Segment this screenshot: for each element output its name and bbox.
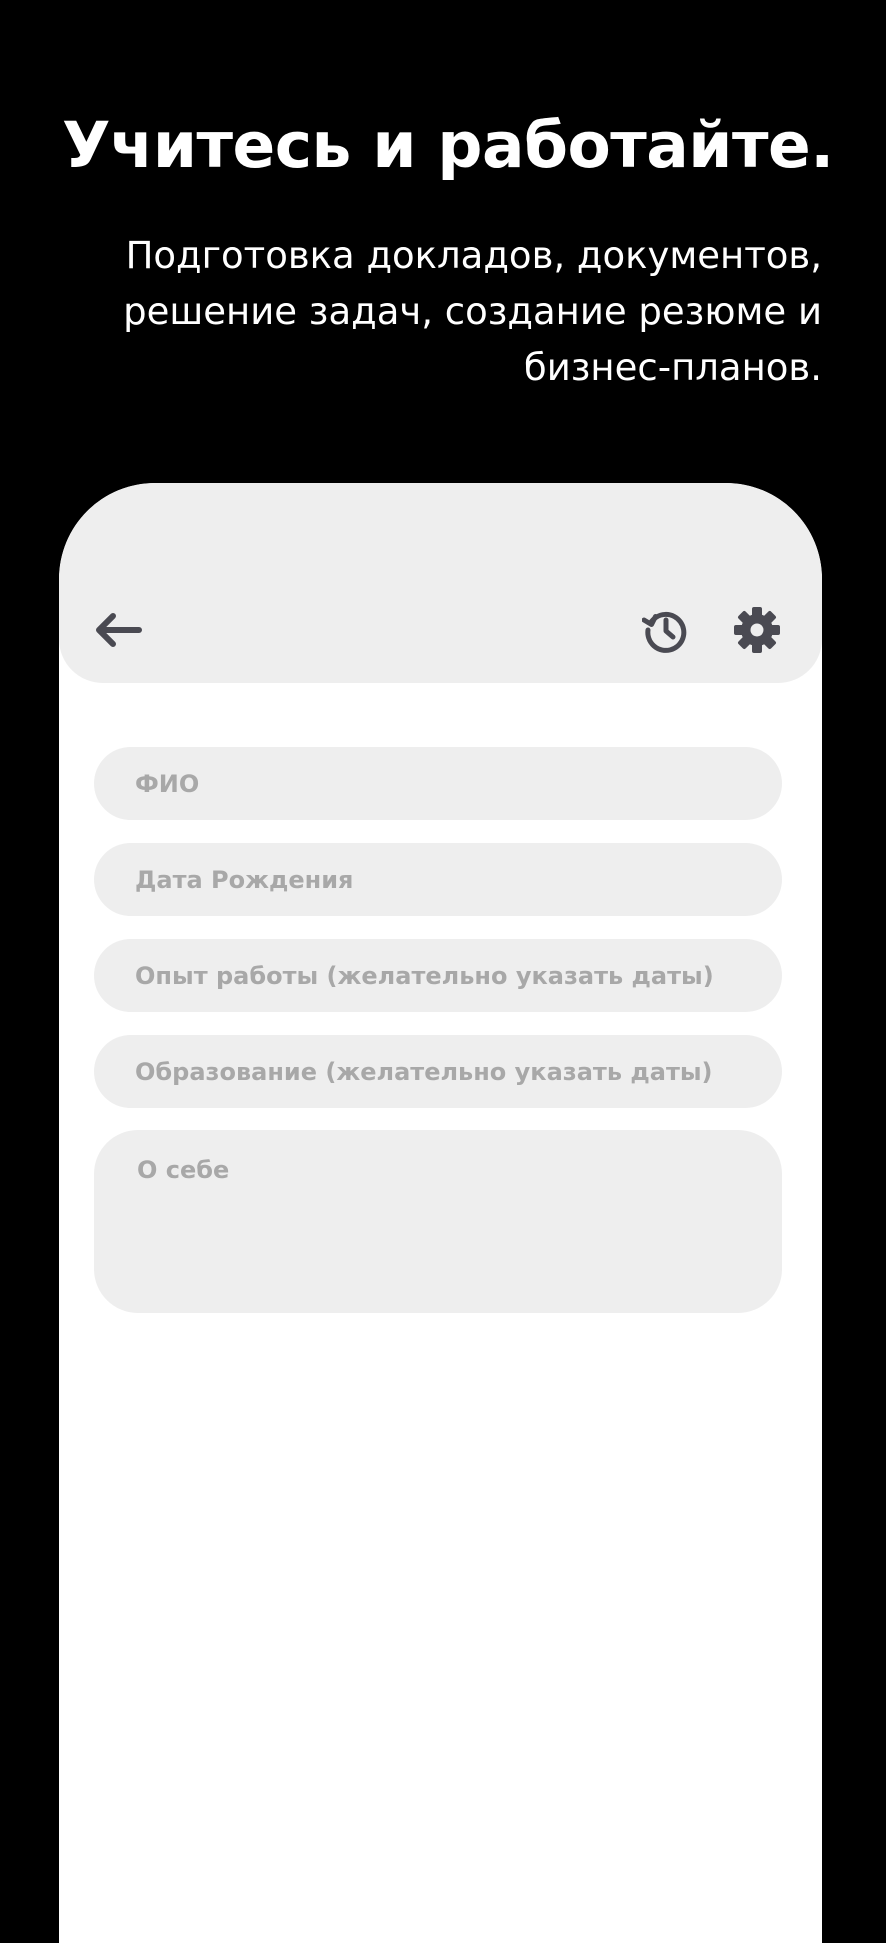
gear-icon xyxy=(734,607,780,653)
arrow-left-icon xyxy=(96,613,142,647)
work-experience-placeholder: Опыт работы (желательно указать даты) xyxy=(135,961,714,990)
promo-headline: Учитесь и работайте. xyxy=(62,109,834,182)
work-experience-field[interactable]: Опыт работы (желательно указать даты) xyxy=(94,939,782,1012)
birth-date-placeholder: Дата Рождения xyxy=(135,865,354,894)
education-field[interactable]: Образование (желательно указать даты) xyxy=(94,1035,782,1108)
full-name-placeholder: ФИО xyxy=(135,769,200,798)
birth-date-field[interactable]: Дата Рождения xyxy=(94,843,782,916)
app-bar xyxy=(59,483,822,683)
full-name-field[interactable]: ФИО xyxy=(94,747,782,820)
education-placeholder: Образование (желательно указать даты) xyxy=(135,1057,713,1086)
about-me-textarea[interactable]: О себе xyxy=(94,1130,782,1313)
phone-screen: ФИО Дата Рождения Опыт работы (желательн… xyxy=(59,483,822,1943)
history-button[interactable] xyxy=(636,600,696,660)
about-me-placeholder: О себе xyxy=(137,1156,230,1184)
history-icon xyxy=(642,611,687,653)
back-button[interactable] xyxy=(88,600,148,660)
settings-button[interactable] xyxy=(727,600,787,660)
promo-subtitle: Подготовка докладов, документов, решение… xyxy=(123,234,822,389)
